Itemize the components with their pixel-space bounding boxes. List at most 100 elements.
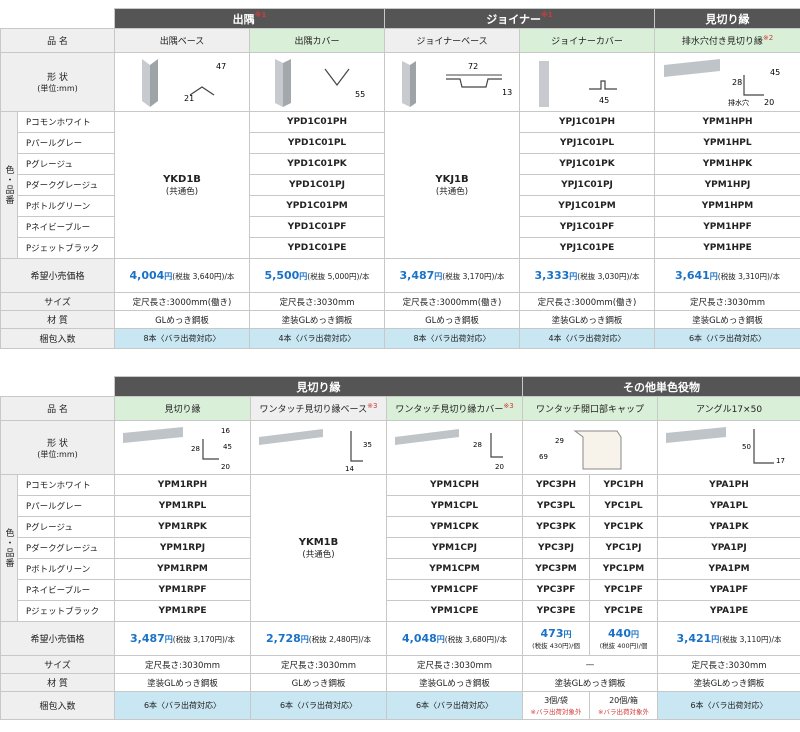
size-cell: 定尺長さ:3000mm(働き) bbox=[114, 292, 250, 311]
corner-blank bbox=[0, 376, 115, 397]
product-code: YPM1HPJ bbox=[654, 174, 800, 196]
common-code-cell: YKD1B (共通色) bbox=[114, 111, 250, 259]
product-code: YPC3PM bbox=[522, 558, 590, 580]
material-row-label: 材 質 bbox=[0, 673, 115, 692]
color-name: Pジェットブラック bbox=[17, 600, 115, 622]
shape-row-label: 形 状 (単位:mm) bbox=[0, 420, 115, 475]
product-code: YPC3PH bbox=[522, 474, 590, 496]
size-cell: 定尺長さ:3030mm bbox=[250, 655, 387, 674]
size-cell: 定尺長さ:3030mm bbox=[249, 292, 385, 311]
product-code: YPM1HPM bbox=[654, 195, 800, 217]
material-cell: GLめっき鋼板 bbox=[384, 310, 520, 329]
shape-drawing: 16 28 45 20 bbox=[114, 420, 251, 475]
product-code: YPM1RPH bbox=[114, 474, 251, 496]
product-code: YPM1HPL bbox=[654, 132, 800, 154]
price-cell: 3,641円(税抜 3,310円)/本 bbox=[654, 258, 800, 293]
product-code: YPA1PM bbox=[657, 558, 800, 580]
size-cell: 定尺長さ:3030mm bbox=[386, 655, 523, 674]
material-cell: 塗装GLめっき鋼板 bbox=[114, 673, 251, 692]
product-code: YPA1PK bbox=[657, 516, 800, 538]
price-cell: 3,421円(税抜 3,110円)/本 bbox=[657, 621, 800, 656]
product-table-1: 出隅※1 ジョイナー※1 見切り縁 品 名 出隅ベース 出隅カバー ジョイナーベ… bbox=[0, 8, 800, 349]
product-code: YPJ1C01PM bbox=[519, 195, 655, 217]
product-code: YPM1HPK bbox=[654, 153, 800, 175]
price-cell: 4,048円(税抜 3,680円)/本 bbox=[386, 621, 523, 656]
price-cell: 473円 (税抜 430円)/個 bbox=[522, 621, 590, 656]
color-name: Pコモンホワイト bbox=[17, 474, 115, 496]
svg-text:16: 16 bbox=[221, 427, 230, 435]
material-cell: 塗装GLめっき鋼板 bbox=[522, 673, 658, 692]
svg-text:29: 29 bbox=[555, 437, 564, 445]
product-name: ワンタッチ開口部キャップ bbox=[522, 396, 658, 421]
material-cell: 塗装GLめっき鋼板 bbox=[519, 310, 655, 329]
shape-drawing: 45 28 20 排水穴 bbox=[654, 52, 800, 112]
common-code-cell: YKJ1B (共通色) bbox=[384, 111, 520, 259]
pack-cell: 8本〈バラ出荷対応〉 bbox=[114, 328, 250, 349]
product-code: YPC3PL bbox=[522, 495, 590, 517]
product-code: YPC1PE bbox=[589, 600, 658, 622]
svg-text:72: 72 bbox=[468, 62, 478, 71]
pack-row-label: 梱包入数 bbox=[0, 328, 115, 349]
color-name: Pボトルグリーン bbox=[17, 558, 115, 580]
product-code: YPC1PF bbox=[589, 579, 658, 601]
product-code: YPA1PH bbox=[657, 474, 800, 496]
price-cell: 3,333円(税抜 3,030円)/本 bbox=[519, 258, 655, 293]
product-name: ジョイナーベース bbox=[384, 28, 520, 53]
pack-cell: 6本〈バラ出荷対応〉 bbox=[386, 691, 523, 720]
price-cell: 440円 (税抜 400円)/個 bbox=[589, 621, 658, 656]
svg-text:21: 21 bbox=[184, 94, 194, 103]
size-row-label: サイズ bbox=[0, 292, 115, 311]
color-name: Pジェットブラック bbox=[17, 237, 115, 259]
product-name: 出隅ベース bbox=[114, 28, 250, 53]
svg-text:13: 13 bbox=[502, 88, 512, 97]
pack-cell: 6本〈バラ出荷対応〉 bbox=[654, 328, 800, 349]
svg-text:14: 14 bbox=[345, 465, 354, 473]
color-name: Pネイビーブルー bbox=[17, 579, 115, 601]
product-code: YPC3PJ bbox=[522, 537, 590, 559]
name-row-label: 品 名 bbox=[0, 28, 115, 53]
product-code: YPM1CPE bbox=[386, 600, 523, 622]
group-header-mikiri: 見切り縁 bbox=[114, 376, 523, 397]
material-cell: 塗装GLめっき鋼板 bbox=[657, 673, 800, 692]
svg-text:28: 28 bbox=[473, 441, 482, 449]
svg-text:50: 50 bbox=[742, 443, 751, 451]
product-code: YPC1PJ bbox=[589, 537, 658, 559]
price-cell: 4,004円(税抜 3,640円)/本 bbox=[114, 258, 250, 293]
material-cell: 塗装GLめっき鋼板 bbox=[386, 673, 523, 692]
product-code: YPM1CPK bbox=[386, 516, 523, 538]
pack-row-label: 梱包入数 bbox=[0, 691, 115, 720]
product-code: YPM1RPE bbox=[114, 600, 251, 622]
pack-cell: 6本〈バラ出荷対応〉 bbox=[114, 691, 251, 720]
shape-drawing: 28 20 bbox=[386, 420, 523, 475]
pack-cell: 4本〈バラ出荷対応〉 bbox=[519, 328, 655, 349]
svg-text:45: 45 bbox=[770, 68, 780, 77]
product-code: YPD1C01PJ bbox=[249, 174, 385, 196]
color-name: Pグレージュ bbox=[17, 153, 115, 175]
color-name: Pダークグレージュ bbox=[17, 537, 115, 559]
product-code: YPD1C01PE bbox=[249, 237, 385, 259]
product-code: YPD1C01PM bbox=[249, 195, 385, 217]
pack-cell: 6本〈バラ出荷対応〉 bbox=[250, 691, 387, 720]
color-name: Pグレージュ bbox=[17, 516, 115, 538]
pack-cell: 4本〈バラ出荷対応〉 bbox=[249, 328, 385, 349]
svg-text:20: 20 bbox=[495, 463, 504, 471]
price-row-label: 希望小売価格 bbox=[0, 621, 115, 656]
product-code: YPJ1C01PF bbox=[519, 216, 655, 238]
product-code: YPC3PE bbox=[522, 600, 590, 622]
group-header-dezumi: 出隅※1 bbox=[114, 8, 385, 29]
group-header-mikiri: 見切り縁 bbox=[654, 8, 800, 29]
product-code: YPD1C01PH bbox=[249, 111, 385, 133]
product-code: YPC3PF bbox=[522, 579, 590, 601]
size-row-label: サイズ bbox=[0, 655, 115, 674]
product-code: YPJ1C01PJ bbox=[519, 174, 655, 196]
color-name: Pネイビーブルー bbox=[17, 216, 115, 238]
price-cell: 3,487円(税抜 3,170円)/本 bbox=[384, 258, 520, 293]
svg-text:20: 20 bbox=[764, 98, 774, 107]
product-code: YPM1RPL bbox=[114, 495, 251, 517]
shape-drawing: 29 69 bbox=[522, 420, 658, 475]
product-name: 見切り縁 bbox=[114, 396, 251, 421]
shape-drawing: 72 13 bbox=[384, 52, 520, 112]
product-code: YPC3PK bbox=[522, 516, 590, 538]
product-code: YPA1PF bbox=[657, 579, 800, 601]
product-code: YPC1PH bbox=[589, 474, 658, 496]
